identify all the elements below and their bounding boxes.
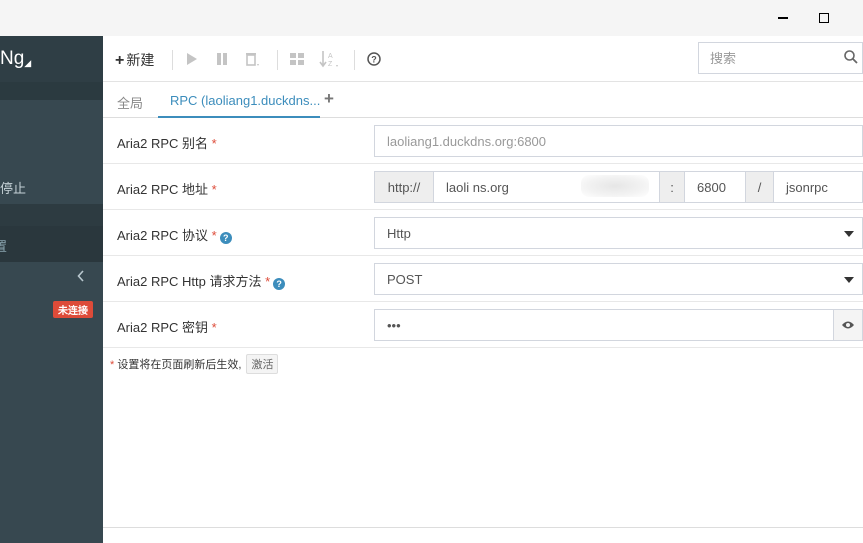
alias-label: Aria2 RPC 别名 * xyxy=(117,133,217,152)
minimize-button[interactable] xyxy=(760,0,806,36)
required-mark: * xyxy=(211,136,217,151)
sidebar-item-stopped[interactable]: 停止 xyxy=(0,178,26,197)
window-titlebar xyxy=(0,0,863,36)
svg-text:Z: Z xyxy=(328,61,333,68)
required-mark: * xyxy=(265,274,271,289)
sidebar-section-header xyxy=(0,82,103,100)
maximize-button[interactable] xyxy=(801,0,847,36)
search-input[interactable] xyxy=(699,43,834,73)
redaction-blur xyxy=(581,175,649,197)
footer-divider xyxy=(103,527,863,528)
secret-label: Aria2 RPC 密钥 * xyxy=(117,317,217,336)
form-row-protocol: Aria2 RPC 协议 *? Http xyxy=(103,210,863,256)
help-icon[interactable]: ? xyxy=(219,232,232,244)
method-select-value: POST xyxy=(387,272,423,287)
note-text: 设置将在页面刷新后生效, xyxy=(117,359,242,371)
method-label: Aria2 RPC Http 请求方法 *? xyxy=(117,271,286,290)
show-secret-button[interactable] xyxy=(833,309,863,341)
toolbar-divider xyxy=(172,50,173,70)
svg-text:A: A xyxy=(328,53,333,60)
search-icon[interactable] xyxy=(844,50,858,64)
help-icon[interactable]: ? xyxy=(364,49,384,69)
required-mark: * xyxy=(211,320,217,335)
required-mark: * xyxy=(110,359,115,371)
brand-name: Ng xyxy=(0,48,25,69)
play-icon[interactable] xyxy=(182,49,202,69)
protocol-select[interactable]: Http xyxy=(374,217,863,249)
form-row-alias: Aria2 RPC 别名 * laoliang1.duckdns.org:680… xyxy=(103,118,863,164)
grid-view-icon[interactable] xyxy=(287,49,307,69)
chevron-down-icon xyxy=(844,231,854,237)
sidebar: Ng◢ 停止 置 未连接 xyxy=(0,36,103,543)
pause-icon[interactable] xyxy=(212,49,232,69)
toolbar-divider xyxy=(277,50,278,70)
toolbar: + 新建 AZ ? xyxy=(103,36,863,82)
tab-global[interactable]: 全局 xyxy=(117,82,143,118)
method-select[interactable]: POST xyxy=(374,263,863,295)
interface-input[interactable]: jsonrpc xyxy=(773,171,863,203)
secret-input[interactable]: ••• xyxy=(374,309,834,341)
delete-icon[interactable] xyxy=(242,49,262,69)
plus-icon: + xyxy=(115,52,125,69)
add-rpc-tab-button[interactable]: + xyxy=(324,82,334,118)
chevron-left-icon[interactable] xyxy=(77,269,85,285)
minimize-icon xyxy=(778,17,788,19)
port-separator: : xyxy=(659,171,685,203)
search-box xyxy=(698,42,863,74)
eye-icon xyxy=(842,321,854,329)
brand-mark: ◢ xyxy=(24,58,32,68)
protocol-label-text: Aria2 RPC 协议 xyxy=(117,228,209,243)
path-separator: / xyxy=(745,171,774,203)
maximize-icon xyxy=(819,13,829,23)
alias-label-text: Aria2 RPC 别名 xyxy=(117,136,209,151)
required-mark: * xyxy=(211,182,217,197)
protocol-label: Aria2 RPC 协议 *? xyxy=(117,225,232,244)
sidebar-section-divider xyxy=(0,204,103,226)
settings-tabs: 全局 RPC (laoliang1.duckdns... + xyxy=(103,82,863,118)
chevron-down-icon xyxy=(844,277,854,283)
settings-note: * 设置将在页面刷新后生效, 激活 xyxy=(110,354,279,374)
address-label: Aria2 RPC 地址 * xyxy=(117,179,217,198)
secret-label-text: Aria2 RPC 密钥 xyxy=(117,320,209,335)
form-row-method: Aria2 RPC Http 请求方法 *? POST xyxy=(103,256,863,302)
svg-text:?: ? xyxy=(371,55,377,65)
status-badge: 未连接 xyxy=(53,301,93,318)
tab-rpc[interactable]: RPC (laoliang1.duckdns... xyxy=(158,82,320,118)
required-mark: * xyxy=(211,228,217,243)
form-row-address: Aria2 RPC 地址 * http:// laoli ns.org : 68… xyxy=(103,164,863,210)
help-icon[interactable]: ? xyxy=(273,278,286,290)
activate-button[interactable]: 激活 xyxy=(246,354,279,374)
alias-input[interactable]: laoliang1.duckdns.org:6800 xyxy=(374,125,863,157)
brand-logo: Ng◢ xyxy=(0,36,103,82)
protocol-select-value: Http xyxy=(387,226,411,241)
toolbar-divider xyxy=(354,50,355,70)
protocol-prefix: http:// xyxy=(374,171,434,203)
new-task-button[interactable]: + 新建 xyxy=(115,50,154,70)
sidebar-item-settings[interactable]: 置 xyxy=(0,226,103,262)
sidebar-item-label: 置 xyxy=(0,239,8,254)
port-input[interactable]: 6800 xyxy=(684,171,746,203)
sort-icon[interactable]: AZ xyxy=(319,49,339,69)
form-row-secret: Aria2 RPC 密钥 * ••• xyxy=(103,302,863,348)
method-label-text: Aria2 RPC Http 请求方法 xyxy=(117,274,262,289)
rpc-settings-form: Aria2 RPC 别名 * laoliang1.duckdns.org:680… xyxy=(103,118,863,348)
address-label-text: Aria2 RPC 地址 xyxy=(117,182,209,197)
new-task-label: 新建 xyxy=(126,52,155,68)
